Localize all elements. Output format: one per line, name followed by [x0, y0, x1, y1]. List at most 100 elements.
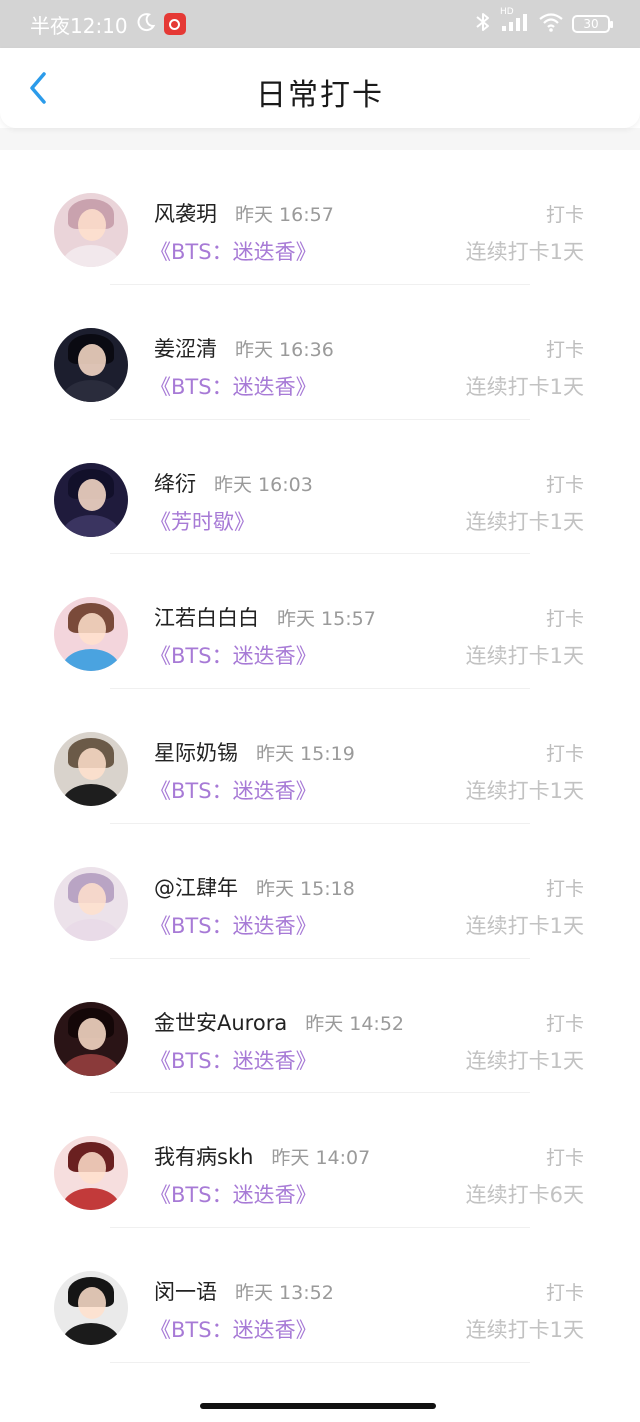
- book-title-link[interactable]: 《BTS：迷迭香》: [150, 1045, 317, 1075]
- checkin-time: 昨天 15:57: [277, 608, 376, 631]
- list-item[interactable]: @江肆年 昨天 15:18 《BTS：迷迭香》 打卡 连续打卡1天: [0, 824, 640, 959]
- user-row: 姜涩清 昨天 16:36: [154, 333, 334, 363]
- battery-level: 30: [583, 17, 599, 31]
- status-bar-left: 半夜12:10: [30, 10, 186, 39]
- avatar[interactable]: [54, 597, 128, 672]
- signal-icon: HD: [500, 7, 530, 38]
- avatar-shoulders: [62, 784, 120, 806]
- user-name[interactable]: 风袭玥: [154, 198, 217, 228]
- streak-label: 连续打卡1天: [465, 509, 584, 534]
- avatar-face: [78, 1152, 106, 1185]
- book-title-link[interactable]: 《BTS：迷迭香》: [150, 371, 317, 401]
- avatar[interactable]: [54, 1001, 128, 1076]
- avatar-shoulders: [62, 918, 120, 941]
- checkin-action-label: 打卡: [545, 204, 584, 226]
- netease-music-icon: [163, 13, 186, 35]
- avatar-face: [78, 209, 106, 241]
- list-item[interactable]: 金世安Aurora 昨天 14:52 《BTS：迷迭香》 打卡 连续打卡1天: [0, 959, 640, 1094]
- checkin-action-label: 打卡: [545, 1282, 584, 1304]
- book-title-link[interactable]: 《BTS：迷迭香》: [150, 910, 317, 940]
- avatar-face: [78, 343, 106, 376]
- checkin-action-label: 打卡: [545, 1012, 584, 1035]
- checkin-action-label: 打卡: [545, 473, 584, 496]
- checkin-time: 昨天 16:36: [235, 338, 334, 361]
- streak-label: 连续打卡1天: [465, 779, 584, 803]
- book-title-link[interactable]: 《BTS：迷迭香》: [150, 1314, 317, 1344]
- streak-label: 连续打卡1天: [465, 374, 584, 399]
- checkin-action-label: 打卡: [545, 1147, 584, 1170]
- avatar-face: [78, 1287, 106, 1319]
- avatar[interactable]: [54, 327, 128, 402]
- book-title-link[interactable]: 《BTS：迷迭香》: [150, 236, 317, 266]
- avatar-shoulders: [62, 245, 120, 267]
- book-title-link[interactable]: 《芳时歇》: [150, 506, 255, 536]
- avatar-shoulders: [62, 1188, 120, 1211]
- list-item[interactable]: 绛衍 昨天 16:03 《芳时歇》 打卡 连续打卡1天: [0, 420, 640, 555]
- streak-label: 连续打卡1天: [465, 644, 584, 669]
- avatar[interactable]: [54, 193, 128, 267]
- checkin-time: 昨天 14:52: [305, 1012, 404, 1035]
- user-name[interactable]: 姜涩清: [154, 333, 217, 363]
- header-gap: [0, 128, 640, 150]
- list-item[interactable]: 姜涩清 昨天 16:36 《BTS：迷迭香》 打卡 连续打卡1天: [0, 285, 640, 420]
- moon-icon: [136, 12, 156, 37]
- book-title-link[interactable]: 《BTS：迷迭香》: [150, 775, 317, 805]
- header: 日常打卡: [0, 48, 640, 128]
- streak-label: 连续打卡1天: [465, 1318, 584, 1342]
- user-name[interactable]: 金世安Aurora: [154, 1007, 287, 1037]
- checkin-action-label: 打卡: [545, 877, 584, 900]
- checkin-time: 昨天 15:19: [256, 743, 355, 765]
- user-name[interactable]: @江肆年: [154, 872, 238, 902]
- user-row: 金世安Aurora 昨天 14:52: [154, 1007, 404, 1037]
- list-item[interactable]: 星际奶锡 昨天 15:19 《BTS：迷迭香》 打卡 连续打卡1天: [0, 689, 640, 824]
- list-item[interactable]: 我有病skh 昨天 14:07 《BTS：迷迭香》 打卡 连续打卡6天: [0, 1093, 640, 1228]
- user-row: 我有病skh 昨天 14:07: [154, 1141, 370, 1171]
- avatar-shoulders: [62, 649, 120, 672]
- user-row: 风袭玥 昨天 16:57: [154, 198, 334, 228]
- home-indicator[interactable]: [200, 1403, 436, 1409]
- list-item[interactable]: 风袭玥 昨天 16:57 《BTS：迷迭香》 打卡 连续打卡1天: [0, 150, 640, 285]
- user-row: 闵一语 昨天 13:52: [154, 1276, 334, 1306]
- checkin-action-label: 打卡: [545, 338, 584, 361]
- checkin-time: 昨天 16:57: [235, 204, 334, 226]
- avatar[interactable]: [54, 866, 128, 941]
- status-bar-right: HD 30: [474, 7, 613, 38]
- avatar-shoulders: [62, 514, 120, 537]
- avatar-shoulders: [62, 1323, 120, 1345]
- streak-label: 连续打卡1天: [465, 240, 584, 264]
- bluetooth-icon: [474, 11, 492, 38]
- avatar-face: [78, 1017, 106, 1050]
- book-title-link[interactable]: 《BTS：迷迭香》: [150, 1179, 317, 1209]
- avatar-face: [78, 613, 106, 646]
- checkin-time: 昨天 16:03: [214, 473, 313, 496]
- checkin-time: 昨天 13:52: [235, 1282, 334, 1304]
- status-bar: 半夜12:10 HD 30: [0, 0, 640, 48]
- avatar-face: [78, 478, 106, 511]
- avatar[interactable]: [54, 1271, 128, 1345]
- user-name[interactable]: 江若白白白: [154, 602, 259, 632]
- user-name[interactable]: 闵一语: [154, 1276, 217, 1306]
- book-title-link[interactable]: 《BTS：迷迭香》: [150, 640, 317, 670]
- user-row: @江肆年 昨天 15:18: [154, 872, 355, 902]
- page-title: 日常打卡: [256, 78, 384, 113]
- list-item[interactable]: 闵一语 昨天 13:52 《BTS：迷迭香》 打卡 连续打卡1天: [0, 1228, 640, 1363]
- wifi-icon: [538, 11, 564, 38]
- battery-icon: 30: [572, 15, 613, 33]
- checkin-list: 风袭玥 昨天 16:57 《BTS：迷迭香》 打卡 连续打卡1天 姜涩清 昨天 …: [0, 150, 640, 1363]
- checkin-time: 昨天 14:07: [271, 1147, 371, 1170]
- avatar-shoulders: [62, 1053, 120, 1076]
- avatar[interactable]: [54, 462, 128, 537]
- hd-label: HD: [500, 6, 514, 17]
- avatar-face: [78, 748, 106, 780]
- user-name[interactable]: 星际奶锡: [154, 737, 238, 767]
- streak-label: 连续打卡1天: [465, 913, 584, 938]
- user-row: 星际奶锡 昨天 15:19: [154, 737, 355, 767]
- checkin-action-label: 打卡: [545, 743, 584, 765]
- list-item[interactable]: 江若白白白 昨天 15:57 《BTS：迷迭香》 打卡 连续打卡1天: [0, 554, 640, 689]
- user-name[interactable]: 绛衍: [154, 468, 196, 498]
- user-name[interactable]: 我有病skh: [154, 1141, 253, 1171]
- avatar[interactable]: [54, 732, 128, 806]
- avatar[interactable]: [54, 1136, 128, 1211]
- status-time: 半夜12:10: [30, 13, 128, 38]
- streak-label: 连续打卡1天: [465, 1048, 584, 1073]
